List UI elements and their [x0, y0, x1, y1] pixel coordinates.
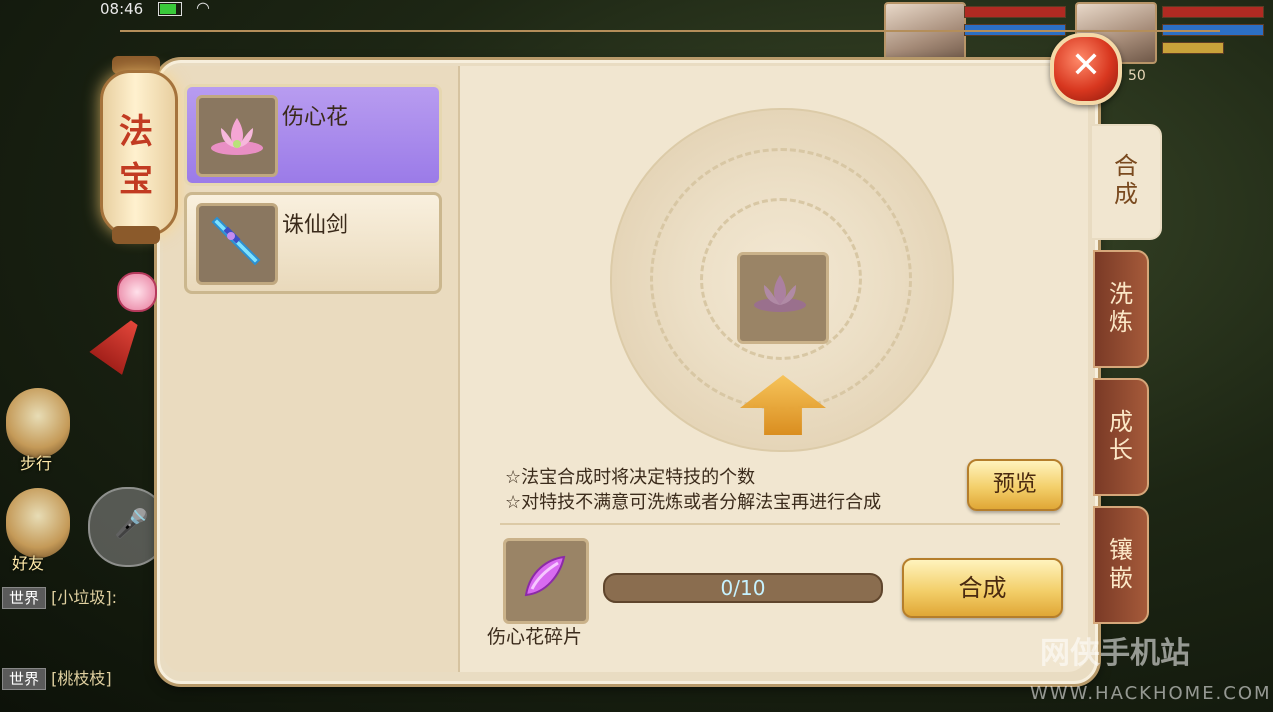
tab-growth[interactable]: 成长 — [1093, 378, 1149, 496]
tab-label: 合成 — [1114, 152, 1138, 208]
fragment-progress-bar: 0/10 — [603, 573, 883, 603]
chat-line[interactable]: 世界 [桃枝枝] — [2, 665, 112, 690]
chat-text: [小垃圾]: — [51, 588, 117, 607]
panel-frame-top — [120, 30, 1220, 40]
close-button[interactable]: ✕ — [1050, 33, 1122, 105]
panel-title: 法宝 — [119, 112, 153, 200]
preview-button[interactable]: 预览 — [967, 459, 1063, 511]
tab-refine[interactable]: 洗炼 — [1093, 250, 1149, 368]
walk-button[interactable] — [6, 388, 70, 458]
lantern-cap-bottom — [112, 226, 160, 244]
lotus-icon — [196, 95, 278, 177]
item-name: 伤心花 — [282, 105, 349, 130]
tassel-icon — [89, 311, 150, 375]
knot-ornament-icon — [117, 272, 157, 312]
walk-label: 步行 — [20, 454, 53, 473]
tab-label: 洗炼 — [1109, 280, 1133, 336]
fragment-icon[interactable] — [503, 538, 589, 624]
friends-label: 好友 — [12, 554, 45, 573]
friends-button[interactable] — [6, 488, 70, 558]
tab-compose[interactable]: 合成 — [1090, 124, 1162, 240]
result-slot[interactable] — [737, 252, 829, 344]
item-name: 诛仙剑 — [282, 213, 349, 238]
wifi-icon: ◠ — [196, 0, 210, 17]
tab-label: 镶嵌 — [1109, 536, 1133, 592]
fragment-label: 伤心花碎片 — [487, 626, 583, 648]
close-icon: ✕ — [1070, 45, 1102, 86]
hint-line: ☆对特技不满意可洗炼或者分解法宝再进行合成 — [505, 492, 882, 513]
section-divider — [500, 523, 1060, 525]
pane-divider — [458, 66, 460, 672]
progress-text: 0/10 — [720, 576, 766, 600]
chat-line[interactable]: 世界 [小垃圾]: — [2, 584, 117, 609]
item-row-sword[interactable]: 诛仙剑 — [184, 192, 442, 294]
item-row-lotus[interactable]: 伤心花 — [184, 84, 442, 186]
watermark-brand: 网侠手机站 — [1040, 636, 1190, 671]
sword-icon — [196, 203, 278, 285]
battery-icon — [158, 2, 182, 16]
tab-label: 成长 — [1109, 408, 1133, 464]
status-time: 08:46 — [100, 0, 144, 18]
level-badge: 50 — [1128, 68, 1146, 84]
compose-button[interactable]: 合成 — [902, 558, 1063, 618]
chat-text: [桃枝枝] — [51, 669, 112, 688]
chat-channel-tag: 世界 — [2, 587, 47, 609]
voice-button[interactable] — [88, 487, 168, 567]
watermark-url: WWW.HACKHOME.COM — [1030, 683, 1272, 704]
chat-channel-tag: 世界 — [2, 668, 47, 690]
tab-inlay[interactable]: 镶嵌 — [1093, 506, 1149, 624]
hint-line: ☆法宝合成时将决定特技的个数 — [505, 467, 756, 488]
